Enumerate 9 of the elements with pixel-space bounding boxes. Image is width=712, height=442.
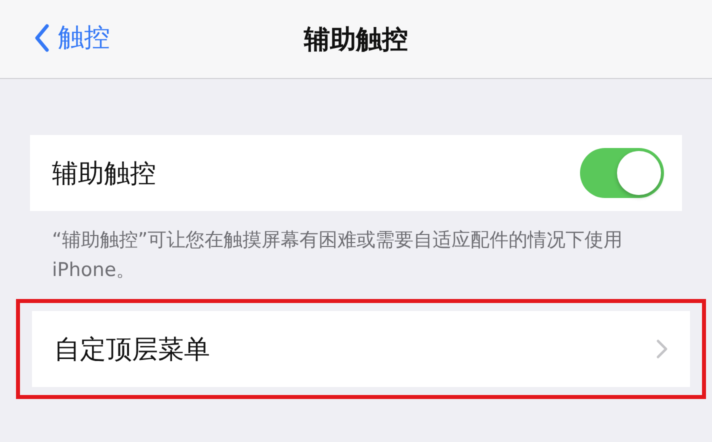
row-label: 自定顶层菜单 (54, 334, 210, 366)
chevron-right-icon (656, 339, 668, 359)
row-label: 辅助触控 (52, 158, 156, 190)
footer-text: “辅助触控”可让您在触摸屏幕有困难或需要自适应配件的情况下使用iPhone。 (52, 228, 624, 283)
chevron-left-icon (34, 24, 50, 52)
back-button[interactable]: 触控 (34, 20, 110, 55)
page-title: 辅助触控 (304, 24, 408, 56)
toggle-switch[interactable] (580, 148, 664, 198)
menu-row[interactable]: 自定顶层菜单 (32, 311, 690, 387)
